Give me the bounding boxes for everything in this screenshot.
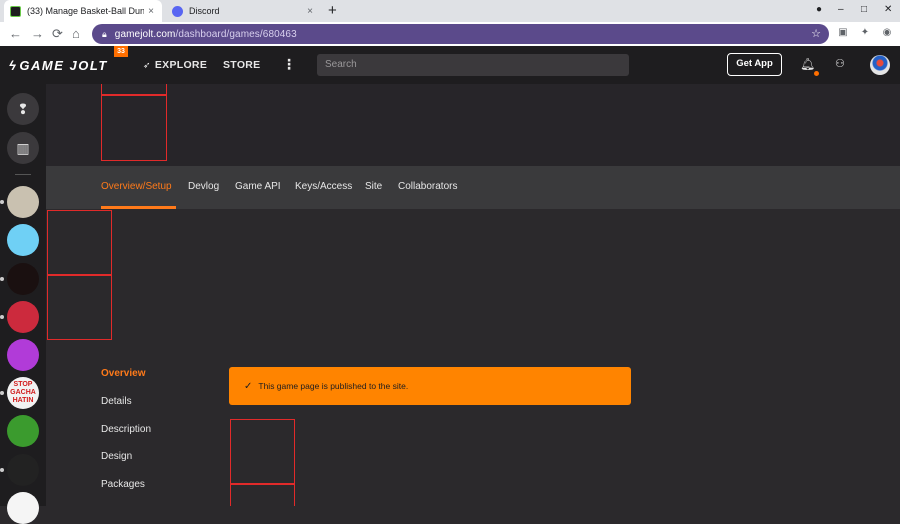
tab-game-api[interactable]: Game API bbox=[235, 181, 281, 192]
browser-toolbar: ← → ⟳ ⌂ 🔒︎ gamejolt.com/dashboard/games/… bbox=[0, 22, 900, 46]
bell-icon[interactable]: 🔔︎ bbox=[800, 57, 815, 71]
community-avatar[interactable] bbox=[7, 339, 39, 371]
address-bar[interactable]: 🔒︎ gamejolt.com/dashboard/games/680463 ☆ bbox=[92, 24, 829, 44]
community-avatar[interactable] bbox=[7, 224, 39, 256]
community-avatar[interactable] bbox=[7, 492, 39, 524]
store-link[interactable]: STORE bbox=[223, 59, 260, 71]
get-app-button[interactable]: Get App bbox=[727, 53, 782, 76]
tab-collaborators[interactable]: Collaborators bbox=[398, 181, 457, 192]
url-path: /dashboard/games/680463 bbox=[175, 28, 297, 40]
image-placeholder bbox=[47, 210, 112, 275]
user-avatar[interactable] bbox=[870, 55, 890, 75]
alert-text: This game page is published to the site. bbox=[258, 381, 409, 391]
explore-label: EXPLORE bbox=[154, 59, 208, 71]
more-menu-icon[interactable]: ⋮ bbox=[282, 56, 296, 73]
tab-overview-setup[interactable]: Overview/Setup bbox=[101, 181, 172, 192]
explore-link[interactable]: ➶ EXPLORE bbox=[143, 59, 207, 71]
tab-close-icon[interactable]: × bbox=[303, 6, 317, 17]
game-header-band bbox=[46, 84, 900, 166]
profile-icon[interactable]: ◉ bbox=[880, 27, 894, 41]
community-avatar[interactable] bbox=[7, 301, 39, 333]
bolt-icon: ϟ bbox=[9, 58, 18, 73]
dashboard-tabs: Overview/Setup Devlog Game API Keys/Acce… bbox=[46, 166, 900, 209]
tab-search-icon[interactable]: ● bbox=[816, 4, 822, 15]
tab-title: Discord bbox=[189, 6, 220, 16]
tab-gamejolt[interactable]: (33) Manage Basket-Ball Dunk × bbox=[4, 0, 162, 22]
menu-design[interactable]: Design bbox=[101, 451, 132, 462]
unread-pip bbox=[0, 315, 4, 319]
maximize-icon[interactable]: □ bbox=[861, 4, 867, 15]
community-avatar[interactable] bbox=[7, 454, 39, 486]
community-avatar[interactable] bbox=[7, 263, 39, 295]
forward-button[interactable]: → bbox=[31, 25, 44, 43]
community-avatar[interactable]: STOP GACHA HATIN bbox=[7, 377, 39, 409]
dashboard-main: Overview/Setup Devlog Game API Keys/Acce… bbox=[46, 84, 900, 506]
lock-icon: 🔒︎ bbox=[102, 28, 107, 39]
tab-devlog[interactable]: Devlog bbox=[188, 181, 219, 192]
tab-site[interactable]: Site bbox=[365, 181, 382, 192]
gamejolt-favicon-icon bbox=[10, 5, 21, 17]
home-button[interactable]: ⌂ bbox=[72, 25, 80, 43]
sidebar-divider bbox=[15, 174, 31, 175]
close-window-icon[interactable]: ✕ bbox=[884, 4, 892, 15]
browser-tab-strip: (33) Manage Basket-Ball Dunk × Discord ×… bbox=[0, 0, 900, 22]
notification-count-badge: 33 bbox=[114, 46, 128, 57]
unread-pip bbox=[0, 277, 4, 281]
unread-pip bbox=[0, 200, 4, 204]
community-sidebar: ❢ ▥ STOP GACHA HATIN bbox=[0, 84, 46, 524]
tab-close-icon[interactable]: × bbox=[144, 6, 158, 17]
url-host: gamejolt.com bbox=[114, 28, 176, 40]
menu-overview[interactable]: Overview bbox=[101, 368, 145, 379]
community-avatar[interactable] bbox=[7, 415, 39, 447]
gamejolt-logo[interactable]: ϟ GAME JOLT bbox=[9, 58, 108, 73]
activity-icon[interactable]: ❢ bbox=[7, 93, 39, 125]
unread-pip bbox=[0, 468, 4, 472]
compass-icon: ➶ bbox=[143, 60, 151, 70]
site-header: ϟ GAME JOLT 33 ➶ EXPLORE STORE ⋮ Search Ge… bbox=[0, 46, 900, 84]
image-placeholder bbox=[230, 419, 295, 484]
image-placeholder bbox=[230, 484, 295, 506]
placeholder-box bbox=[101, 84, 167, 95]
new-tab-button[interactable]: + bbox=[328, 2, 337, 19]
logo-text: GAME JOLT bbox=[19, 58, 108, 73]
unread-dot bbox=[814, 71, 819, 76]
bookmark-star-icon[interactable]: ☆ bbox=[811, 27, 821, 40]
menu-packages[interactable]: Packages bbox=[101, 479, 145, 490]
cast-icon[interactable]: ▣ bbox=[836, 27, 850, 41]
url-text: gamejolt.com/dashboard/games/680463 bbox=[115, 29, 297, 40]
menu-description[interactable]: Description bbox=[101, 424, 151, 435]
friends-icon[interactable]: ⚇ bbox=[835, 57, 845, 70]
community-avatar[interactable] bbox=[7, 186, 39, 218]
menu-details[interactable]: Details bbox=[101, 396, 132, 407]
search-input[interactable]: Search bbox=[317, 54, 629, 76]
library-icon[interactable]: ▥ bbox=[7, 132, 39, 164]
tab-title: (33) Manage Basket-Ball Dunk bbox=[27, 6, 144, 16]
unread-pip bbox=[0, 391, 4, 395]
image-placeholder bbox=[47, 275, 112, 340]
active-tab-underline bbox=[101, 206, 176, 209]
game-thumbnail-placeholder bbox=[101, 95, 167, 161]
discord-favicon-icon bbox=[172, 5, 183, 17]
minimize-icon[interactable]: – bbox=[838, 4, 844, 15]
extensions-icon[interactable]: ✦ bbox=[858, 27, 872, 41]
tab-keys-access[interactable]: Keys/Access bbox=[295, 181, 352, 192]
tab-discord[interactable]: Discord × bbox=[166, 0, 321, 22]
reload-button[interactable]: ⟳ bbox=[52, 25, 63, 43]
back-button[interactable]: ← bbox=[9, 25, 22, 43]
published-alert: ✓ This game page is published to the sit… bbox=[229, 367, 631, 405]
check-icon: ✓ bbox=[244, 380, 253, 392]
